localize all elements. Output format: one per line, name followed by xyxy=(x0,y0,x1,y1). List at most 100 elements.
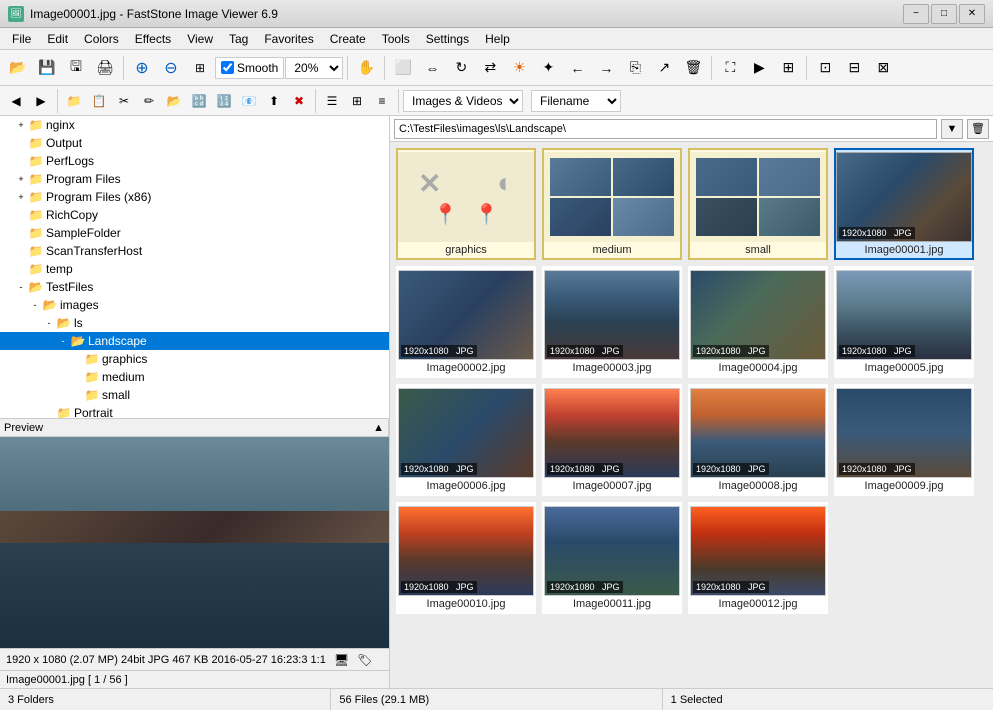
tree-node-images[interactable]: - 📂 images xyxy=(0,296,389,314)
preview-collapse-btn[interactable]: ▲ xyxy=(373,422,384,434)
zoom-in-button[interactable]: ⊕ xyxy=(128,54,156,82)
thumb-image00003[interactable]: 1920x1080 JPG Image00003.jpg xyxy=(542,266,682,378)
menu-file[interactable]: File xyxy=(4,28,39,50)
fullscreen-button[interactable]: ⛶ xyxy=(716,54,744,82)
maximize-button[interactable]: □ xyxy=(931,4,957,24)
smooth-input[interactable] xyxy=(221,61,234,74)
smooth-checkbox[interactable]: Smooth xyxy=(215,57,284,79)
tree-node-ls[interactable]: - 📂 ls xyxy=(0,314,389,332)
tree-node-graphics[interactable]: 📁 graphics xyxy=(0,350,389,368)
tree-expander[interactable]: - xyxy=(42,316,56,330)
back-button[interactable]: ◀ xyxy=(4,89,28,113)
thumb-graphics-folder[interactable]: ✕ ◐ 📍 📍 graphics xyxy=(396,148,536,260)
slideshow-button[interactable]: ▶ xyxy=(745,54,773,82)
menu-edit[interactable]: Edit xyxy=(39,28,76,50)
thumb-image00004[interactable]: 1920x1080 JPG Image00004.jpg xyxy=(688,266,828,378)
delete-button[interactable]: 🗑 xyxy=(679,54,707,82)
extra1-button[interactable]: ⊡ xyxy=(811,54,839,82)
tree-node-scantransferhost[interactable]: 📁 ScanTransferHost xyxy=(0,242,389,260)
tree-expander[interactable] xyxy=(14,208,28,222)
crop-button[interactable]: ⬜ xyxy=(389,54,417,82)
view-list-button[interactable]: ☰ xyxy=(320,89,344,113)
pan-button[interactable]: ✋ xyxy=(352,54,380,82)
tree-expander[interactable]: - xyxy=(14,280,28,294)
thumb-image00007[interactable]: 1920x1080 JPG Image00007.jpg xyxy=(542,384,682,496)
tree-node-medium[interactable]: 📁 medium xyxy=(0,368,389,386)
menu-view[interactable]: View xyxy=(179,28,221,50)
tree-node-testfiles[interactable]: - 📂 TestFiles xyxy=(0,278,389,296)
tree-expander[interactable] xyxy=(42,406,56,418)
menu-colors[interactable]: Colors xyxy=(76,28,127,50)
thumb-image00002[interactable]: 1920x1080 JPG Image00002.jpg xyxy=(396,266,536,378)
tree-node-nginx[interactable]: + 📁 nginx xyxy=(0,116,389,134)
menu-help[interactable]: Help xyxy=(477,28,518,50)
move-button[interactable]: ↗ xyxy=(650,54,678,82)
view-grid-button[interactable]: ⊞ xyxy=(345,89,369,113)
tree-node-small[interactable]: 📁 small xyxy=(0,386,389,404)
prev-button[interactable]: ← xyxy=(563,54,591,82)
path-dropdown-button[interactable]: ▼ xyxy=(941,119,963,139)
tree-expander[interactable]: + xyxy=(14,118,28,132)
tree-expander[interactable]: + xyxy=(14,172,28,186)
view-details-button[interactable]: ≡ xyxy=(370,89,394,113)
path-input[interactable] xyxy=(394,119,937,139)
tree-expander[interactable] xyxy=(14,244,28,258)
fit-window-button[interactable]: ⊞ xyxy=(186,54,214,82)
close-button[interactable]: ✕ xyxy=(959,4,985,24)
thumb-image00008[interactable]: 1920x1080 JPG Image00008.jpg xyxy=(688,384,828,496)
tree-node-portrait[interactable]: 📁 Portrait xyxy=(0,404,389,418)
tree-node-programfiles86[interactable]: + 📁 Program Files (x86) xyxy=(0,188,389,206)
tree-node-richcopy[interactable]: 📁 RichCopy xyxy=(0,206,389,224)
menu-create[interactable]: Create xyxy=(322,28,374,50)
filter-select[interactable]: Images & Videos All Files Images Only xyxy=(403,90,523,112)
menu-effects[interactable]: Effects xyxy=(127,28,179,50)
nav-open-button[interactable]: 📁 xyxy=(62,89,86,113)
zoom-select[interactable]: 20% 25% 50% 100% xyxy=(285,57,343,79)
tree-expander[interactable] xyxy=(14,154,28,168)
tree-node-perflogs[interactable]: 📁 PerfLogs xyxy=(0,152,389,170)
forward-button[interactable]: ▶ xyxy=(29,89,53,113)
tree-node-samplefolder[interactable]: 📁 SampleFolder xyxy=(0,224,389,242)
extra2-button[interactable]: ⊟ xyxy=(840,54,868,82)
nav-email-button[interactable]: 📧 xyxy=(237,89,261,113)
zoom-out-button[interactable]: ⊖ xyxy=(157,54,185,82)
nav-rename-button[interactable]: ✏ xyxy=(137,89,161,113)
nav-delete-button[interactable]: ✖ xyxy=(287,89,311,113)
save-button[interactable]: 💾 xyxy=(33,54,61,82)
path-trash-button[interactable]: 🗑 xyxy=(967,119,989,139)
flip-h-button[interactable]: ⇄ xyxy=(476,54,504,82)
color-adjust-button[interactable]: ☀ xyxy=(505,54,533,82)
save-as-button[interactable]: 🖫 xyxy=(62,54,90,82)
thumb-medium-folder[interactable]: medium xyxy=(542,148,682,260)
thumb-image00006[interactable]: 1920x1080 JPG Image00006.jpg xyxy=(396,384,536,496)
folder-open-button[interactable]: 📂 xyxy=(4,54,32,82)
tree-expander[interactable] xyxy=(70,388,84,402)
thumb-image00009[interactable]: 1920x1080 JPG Image00009.jpg xyxy=(834,384,974,496)
tree-expander[interactable]: - xyxy=(28,298,42,312)
tree-expander[interactable] xyxy=(70,352,84,366)
tree-expander[interactable] xyxy=(14,226,28,240)
minimize-button[interactable]: − xyxy=(903,4,929,24)
rotate-cw-button[interactable]: ↻ xyxy=(447,54,475,82)
resize-button[interactable]: ⇔ xyxy=(418,54,446,82)
tree-expander[interactable]: + xyxy=(14,190,28,204)
tree-node-temp[interactable]: 📁 temp xyxy=(0,260,389,278)
compare-button[interactable]: ⊞ xyxy=(774,54,802,82)
thumb-image00010[interactable]: 1920x1080 JPG Image00010.jpg xyxy=(396,502,536,614)
tree-expander[interactable] xyxy=(14,262,28,276)
thumb-image00011[interactable]: 1920x1080 JPG Image00011.jpg xyxy=(542,502,682,614)
nav-new-folder-button[interactable]: 📂 xyxy=(162,89,186,113)
tree-node-programfiles[interactable]: + 📁 Program Files xyxy=(0,170,389,188)
nav-sort2-button[interactable]: 🔢 xyxy=(212,89,236,113)
tree-node-output[interactable]: 📁 Output xyxy=(0,134,389,152)
print-button[interactable]: 🖨 xyxy=(91,54,119,82)
sharpen-button[interactable]: ✦ xyxy=(534,54,562,82)
menu-tools[interactable]: Tools xyxy=(374,28,418,50)
sort-select[interactable]: Filename Date Size Type xyxy=(531,90,621,112)
copy-button[interactable]: ⎘ xyxy=(621,54,649,82)
nav-copy-button[interactable]: 📋 xyxy=(87,89,111,113)
tree-expander[interactable]: - xyxy=(56,334,70,348)
tree-expander[interactable] xyxy=(70,370,84,384)
tree-node-landscape[interactable]: - 📂 Landscape xyxy=(0,332,389,350)
nav-upload-button[interactable]: ⬆ xyxy=(262,89,286,113)
